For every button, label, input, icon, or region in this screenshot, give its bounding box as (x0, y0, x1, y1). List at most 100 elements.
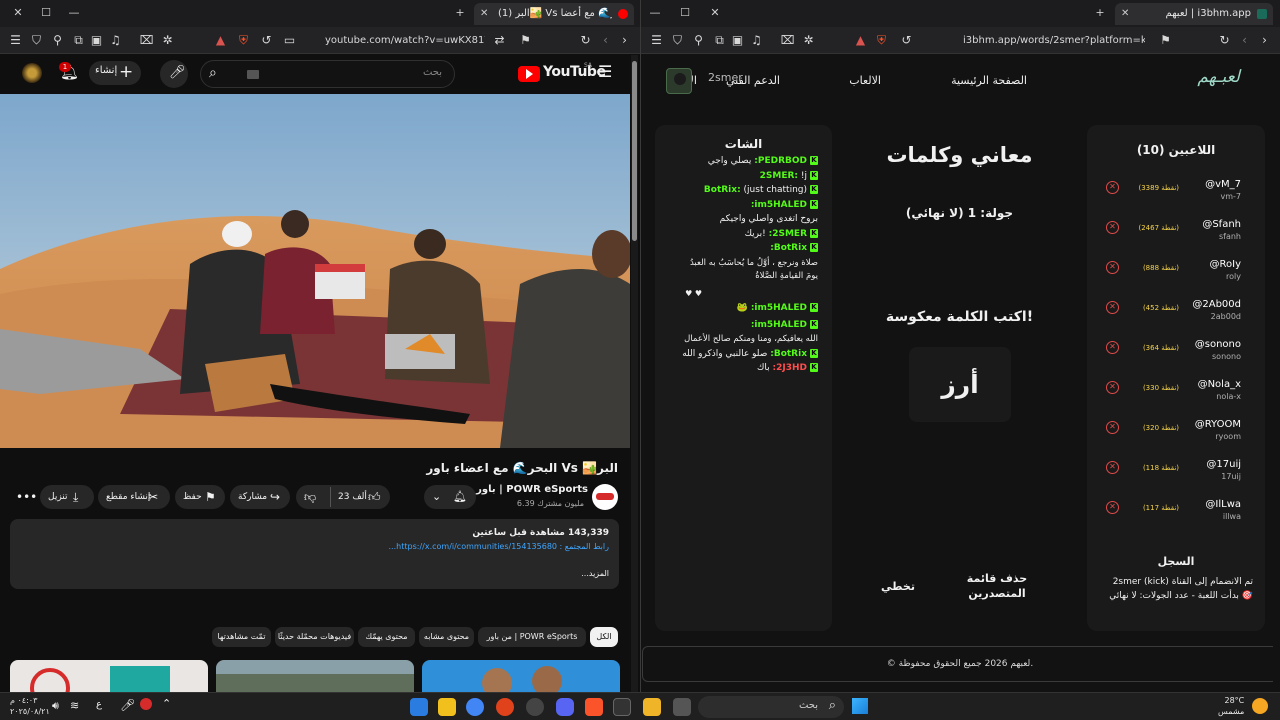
menu-icon[interactable]: ☰ (8, 33, 23, 48)
close-window-icon[interactable]: ✕ (707, 5, 723, 21)
extensions-icon[interactable]: ✲ (801, 33, 816, 48)
close-window-icon[interactable]: ✕ (10, 5, 26, 21)
channel-name[interactable]: باور | POWR eSports (476, 484, 588, 495)
app-icon[interactable] (526, 698, 544, 716)
nav-games[interactable]: الالعاب (849, 74, 881, 87)
task-view-icon[interactable] (673, 698, 691, 716)
bookmark-icon[interactable]: ⚑ (1158, 33, 1173, 48)
search-input[interactable]: بحث (423, 67, 442, 78)
hamburger-menu-icon[interactable]: ☰ (598, 62, 612, 81)
record-icon[interactable] (140, 698, 152, 710)
players-list[interactable]: @vM_7 vm-7 (3389 نقطة) ✕ @Sfanh sfanh (2… (1087, 172, 1265, 540)
search-box[interactable]: ⌕ بحث (200, 60, 455, 88)
wifi-icon[interactable]: ≋ (70, 699, 79, 712)
chip-all[interactable]: الكل (590, 627, 618, 647)
music-icon[interactable]: ♫ (108, 33, 123, 48)
nav-home[interactable]: الصفحة الرئيسية (951, 74, 1027, 87)
remove-player-icon[interactable]: ✕ (1106, 181, 1119, 194)
page-scrollbar[interactable] (631, 55, 638, 692)
brave-shields-icon[interactable]: ⛨ (236, 33, 251, 48)
pin-icon[interactable]: ⚲ (50, 33, 65, 48)
description-box[interactable]: 143,339 مشاهدة قبل ساعتين رابط المجتمع :… (10, 519, 619, 589)
remove-player-icon[interactable]: ✕ (1106, 301, 1119, 314)
share-url-icon[interactable]: ⇄ (492, 33, 507, 48)
video-player[interactable] (0, 94, 630, 448)
forward-icon[interactable]: › (1257, 33, 1272, 48)
weather-widget[interactable]: 28°C مشمس (1218, 695, 1244, 717)
brave-rewards-icon[interactable]: ▲ (853, 33, 868, 48)
microphone-icon[interactable]: 🎤︎ (120, 698, 135, 712)
chevron-up-icon[interactable]: ⌃ (162, 697, 171, 710)
back-icon[interactable]: ‹ (1237, 33, 1252, 48)
sidebar-icon[interactable]: ▣ (89, 33, 104, 48)
maximize-icon[interactable]: ☐ (677, 5, 693, 21)
language-indicator[interactable]: ع (96, 699, 102, 710)
shield-icon[interactable]: ⛉ (29, 33, 44, 48)
like-count[interactable]: 23 ألف (338, 485, 367, 509)
reload-page-icon[interactable]: ↺ (259, 33, 274, 48)
dislike-icon[interactable]: 👎︎ (304, 485, 316, 509)
remove-player-icon[interactable]: ✕ (1106, 221, 1119, 234)
bookmark-icon[interactable]: ⚑ (518, 33, 533, 48)
music-icon[interactable]: ♫ (749, 33, 764, 48)
youtube-logo-text[interactable]: YouTube (543, 64, 606, 80)
minimize-icon[interactable]: — (66, 5, 82, 21)
reload-page-icon[interactable]: ↺ (899, 33, 914, 48)
extensions-icon[interactable]: ✲ (160, 33, 175, 48)
new-tab-icon[interactable]: + (452, 5, 468, 21)
brave-icon[interactable] (585, 698, 603, 716)
app-icon[interactable] (410, 698, 428, 716)
clip-button[interactable]: إنشاء مقطع ✂ (98, 485, 170, 509)
show-more-link[interactable]: ...المزيد (581, 569, 609, 578)
address-bar[interactable]: youtube.com/watch?v=uwKX81WsQng (325, 32, 485, 49)
bookmark-list-icon[interactable]: ⧉ (71, 33, 86, 48)
shield-icon[interactable]: ⛉ (670, 33, 685, 48)
taskbar-search-input[interactable]: بحث (799, 700, 818, 711)
chip-from-channel[interactable]: من باور | POWR eSports (478, 627, 586, 647)
brave-rewards-icon[interactable]: ▲ (213, 33, 228, 48)
youtube-logo-icon[interactable] (518, 66, 540, 82)
taskbar-search[interactable]: بحث ⌕ (698, 696, 844, 718)
video-thumbnail[interactable] (10, 660, 208, 692)
windows-start-icon[interactable] (852, 698, 868, 714)
chip-related[interactable]: محتوى مشابه (419, 627, 474, 647)
download-button[interactable]: تنزيل ⤓ (40, 485, 94, 509)
tab-close-icon[interactable]: ✕ (480, 3, 488, 25)
chip-for-you[interactable]: محتوى يهمّك (358, 627, 415, 647)
clock[interactable]: ٠٤:٠٣ م ٢٠٢٥/٠٨/٢١ (10, 695, 50, 717)
remove-player-icon[interactable]: ✕ (1106, 341, 1119, 354)
back-icon[interactable]: ‹ (598, 33, 613, 48)
user-avatar[interactable] (666, 68, 692, 94)
tab-youtube[interactable]: ✕ (1) البر🏜️ Vs البحر🌊 مع أعضا... (474, 3, 634, 25)
app-icon[interactable] (438, 698, 456, 716)
subscribed-button[interactable]: ⌄ 🔔︎ (424, 485, 476, 509)
save-button[interactable]: حفظ ⚑ (175, 485, 225, 509)
like-icon[interactable]: 👍︎ (368, 485, 381, 509)
page-scrollbar[interactable] (1273, 55, 1280, 692)
discord-icon[interactable] (556, 698, 574, 716)
video-thumbnail[interactable] (216, 660, 414, 692)
more-actions-button[interactable]: ••• (10, 485, 37, 509)
screenshot-icon[interactable]: ⌧ (780, 33, 795, 48)
chrome-icon[interactable] (466, 698, 484, 716)
sidebar-icon[interactable]: ▣ (730, 33, 745, 48)
chip-watched[interactable]: تمّت مشاهدتها (212, 627, 271, 647)
pin-icon[interactable]: ⚲ (691, 33, 706, 48)
search-icon[interactable]: ⌕ (209, 65, 217, 81)
refresh-icon[interactable]: ↻ (1217, 33, 1232, 48)
refresh-icon[interactable]: ↻ (578, 33, 593, 48)
scrollbar-thumb[interactable] (632, 61, 637, 241)
remove-player-icon[interactable]: ✕ (1106, 261, 1119, 274)
menu-icon[interactable]: ☰ (649, 33, 664, 48)
app-icon[interactable] (613, 698, 631, 716)
channel-avatar[interactable] (592, 484, 618, 510)
avatar[interactable] (22, 63, 42, 83)
speaker-icon[interactable]: 🔊︎ (52, 699, 59, 713)
maximize-icon[interactable]: ☐ (38, 5, 54, 21)
remove-player-icon[interactable]: ✕ (1106, 501, 1119, 514)
forward-icon[interactable]: › (617, 33, 632, 48)
tab-close-icon[interactable]: ✕ (1121, 3, 1129, 25)
site-logo[interactable]: لعبـهم (1197, 67, 1240, 87)
tab-i3bhm[interactable]: ✕ لعبهم | i3bhm.app (1115, 3, 1273, 25)
remove-player-icon[interactable]: ✕ (1106, 421, 1119, 434)
